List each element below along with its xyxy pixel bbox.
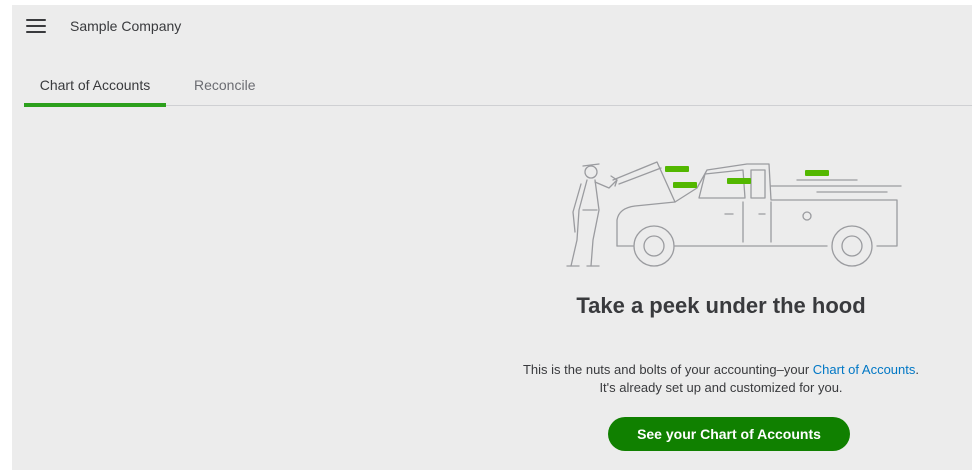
app-container: Sample Company Chart of Accounts Reconci…	[12, 5, 972, 470]
description-text: This is the nuts and bolts of your accou…	[522, 362, 813, 377]
tab-bar: Chart of Accounts Reconcile	[24, 69, 972, 107]
chart-of-accounts-link[interactable]: Chart of Accounts	[813, 362, 916, 377]
description-period: .	[915, 362, 920, 377]
hamburger-icon[interactable]	[26, 17, 48, 35]
description-line2: It's already set up and customized for y…	[599, 380, 843, 395]
see-chart-of-accounts-button[interactable]: See your Chart of Accounts	[608, 417, 850, 451]
page-description: This is the nuts and bolts of your accou…	[482, 361, 960, 397]
tab-chart-of-accounts[interactable]: Chart of Accounts	[24, 77, 166, 107]
top-bar: Sample Company	[12, 5, 972, 51]
page-headline: Take a peek under the hood	[576, 293, 866, 318]
company-name: Sample Company	[70, 18, 182, 34]
mechanic-truck-illustration	[566, 161, 902, 267]
tab-reconcile[interactable]: Reconcile	[194, 77, 255, 103]
